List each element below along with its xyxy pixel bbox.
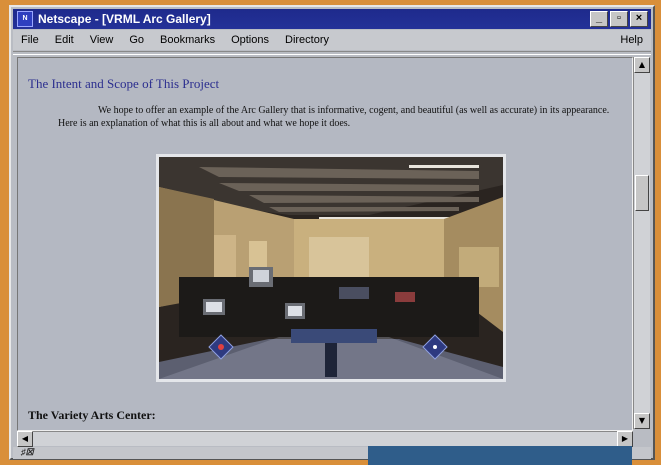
- horizontal-scrollbar[interactable]: ◀ ▶: [17, 431, 633, 447]
- netscape-app-icon[interactable]: N: [17, 11, 33, 27]
- browser-window: N Netscape - [VRML Arc Gallery] _ ▫ × Fi…: [9, 5, 655, 460]
- menu-go[interactable]: Go: [121, 34, 152, 46]
- scroll-down-icon[interactable]: ▼: [634, 413, 650, 429]
- overlay-caption-box: [368, 446, 632, 465]
- title-bar[interactable]: N Netscape - [VRML Arc Gallery] _ ▫ ×: [13, 9, 651, 29]
- vertical-scrollbar[interactable]: ▲ ▼: [633, 57, 650, 429]
- menu-help[interactable]: Help: [612, 34, 651, 46]
- scroll-up-icon[interactable]: ▲: [634, 57, 650, 73]
- menu-edit[interactable]: Edit: [47, 34, 82, 46]
- section-subheading: The Variety Arts Center:: [28, 408, 156, 422]
- intro-paragraph: We hope to offer an example of the Arc G…: [58, 105, 610, 129]
- page-heading: The Intent and Scope of This Project: [28, 76, 220, 91]
- gallery-render: [159, 157, 503, 379]
- window-title: Netscape - [VRML Arc Gallery]: [38, 12, 211, 26]
- maximize-button[interactable]: ▫: [610, 11, 628, 27]
- close-button[interactable]: ×: [630, 11, 648, 27]
- scroll-left-icon[interactable]: ◀: [17, 431, 33, 447]
- menu-view[interactable]: View: [82, 34, 122, 46]
- menu-options[interactable]: Options: [223, 34, 277, 46]
- page-content: The Intent and Scope of This Project We …: [17, 57, 633, 431]
- vrml-gallery-scene[interactable]: [156, 154, 506, 382]
- minimize-button[interactable]: _: [590, 11, 608, 27]
- menu-separator: [13, 51, 651, 55]
- security-key-icon: ♯☒: [21, 447, 34, 457]
- vertical-scroll-thumb[interactable]: [635, 175, 649, 211]
- menu-file[interactable]: File: [13, 34, 47, 46]
- scroll-right-icon[interactable]: ▶: [617, 431, 633, 447]
- menu-bar: File Edit View Go Bookmarks Options Dire…: [13, 30, 651, 50]
- menu-directory[interactable]: Directory: [277, 34, 337, 46]
- menu-bookmarks[interactable]: Bookmarks: [152, 34, 223, 46]
